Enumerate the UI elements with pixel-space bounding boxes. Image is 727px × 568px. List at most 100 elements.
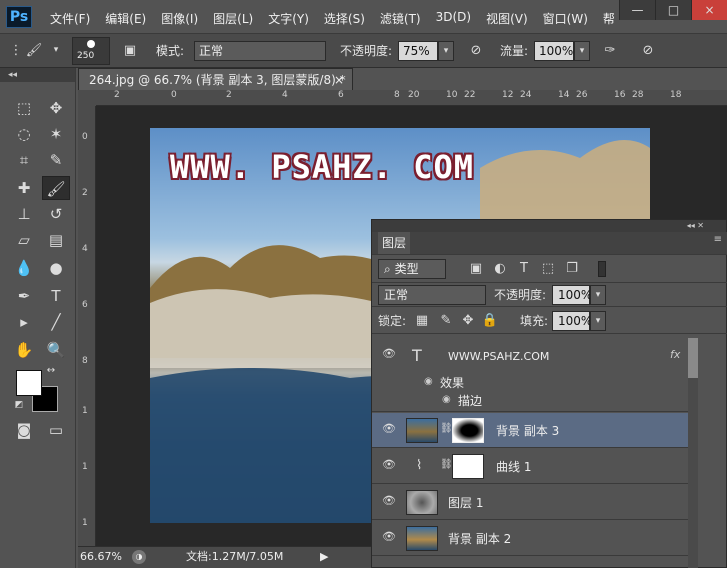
lock-image-icon[interactable]: ✎ (436, 311, 456, 331)
document-tab[interactable]: 264.jpg @ 66.7% (背景 副本 3, 图层蒙版/8) * × (78, 68, 353, 90)
filter-toggle[interactable] (598, 261, 606, 277)
menu-type[interactable]: 文字(Y) (268, 10, 309, 27)
layer-name[interactable]: 背景 副本 2 (448, 530, 511, 547)
layers-tab[interactable]: 图层 (378, 232, 411, 254)
layer-row-layer1[interactable]: 👁 图层 1 (372, 485, 698, 520)
status-info-icon[interactable]: ◑ (132, 550, 146, 564)
visibility-eye-icon[interactable]: 👁 (380, 458, 398, 474)
close-document-icon[interactable]: × (334, 69, 344, 91)
tool-preset-dropdown[interactable]: ▾ (48, 41, 64, 61)
menu-view[interactable]: 视图(V) (486, 10, 528, 27)
layer-name[interactable]: 曲线 1 (496, 458, 531, 475)
filter-pixel-icon[interactable]: ▣ (466, 259, 486, 279)
menu-select[interactable]: 选择(S) (324, 10, 365, 27)
healing-brush-tool-icon[interactable]: ✚ (10, 176, 38, 200)
brush-tool-active-icon[interactable]: 🖌 (42, 176, 70, 200)
pressure-size-icon[interactable]: ⊘ (638, 41, 658, 61)
toolbox-collapse-icon[interactable]: ◂◂ (0, 68, 75, 82)
flow-input[interactable]: 100% (534, 41, 574, 61)
zoom-level[interactable]: 66.67% (80, 547, 122, 567)
layer-mask-thumbnail[interactable] (452, 454, 484, 479)
clone-stamp-tool-icon[interactable]: ⊥ (10, 202, 38, 226)
filter-smart-object-icon[interactable]: ❐ (562, 259, 582, 279)
menu-edit[interactable]: 编辑(E) (105, 10, 146, 27)
layer-thumbnail[interactable] (406, 490, 438, 515)
close-button[interactable]: × (691, 0, 727, 20)
horizontal-ruler[interactable]: 2 0 2 4 6 8 10 12 14 16 18 20 22 24 26 2… (96, 90, 727, 106)
zoom-tool-icon[interactable]: 🔍 (42, 338, 70, 362)
layer-opacity-input[interactable]: 100% (552, 285, 592, 305)
eraser-tool-icon[interactable]: ▱ (10, 228, 38, 252)
link-chain-icon[interactable]: ⛓ (440, 459, 453, 470)
flow-dropdown[interactable]: ▾ (574, 41, 590, 61)
visibility-eye-icon[interactable]: 👁 (380, 422, 398, 438)
menu-help[interactable]: 帮 (603, 10, 615, 27)
layer-opacity-dropdown[interactable]: ▾ (590, 285, 606, 305)
minimize-button[interactable]: — (619, 0, 655, 20)
layer-row-text[interactable]: 👁 T WWW.PSAHZ.COM fx ◉ 效果 ◉ 描边 (372, 338, 698, 412)
quick-mask-icon[interactable]: ◙ (10, 418, 38, 442)
ruler-corner[interactable] (78, 90, 96, 106)
mode-select[interactable]: 正常 (194, 41, 326, 61)
filter-type-icon[interactable]: T (514, 259, 534, 279)
marquee-tool-icon[interactable]: ⬚ (10, 96, 38, 120)
opacity-input[interactable]: 75% (398, 41, 438, 61)
airbrush-icon[interactable]: ✑ (600, 41, 620, 61)
stroke-eye-icon[interactable]: ◉ (442, 394, 451, 405)
brush-panel-icon[interactable]: ▣ (120, 41, 140, 61)
visibility-eye-icon[interactable]: 👁 (380, 530, 398, 546)
fill-input[interactable]: 100% (552, 311, 592, 331)
dodge-tool-icon[interactable]: ● (42, 256, 70, 280)
link-chain-icon[interactable]: ⛓ (440, 423, 453, 434)
layer-mask-thumbnail[interactable] (452, 418, 484, 443)
fill-dropdown[interactable]: ▾ (590, 311, 606, 331)
layer-row-selected[interactable]: 👁 ⛓ 背景 副本 3 (372, 413, 698, 448)
layer-filter-select[interactable]: ⌕ 类型 (378, 259, 446, 279)
menu-3d[interactable]: 3D(D) (436, 10, 471, 27)
pen-tool-icon[interactable]: ✒ (10, 284, 38, 308)
layer-name[interactable]: 背景 副本 3 (496, 422, 559, 439)
layer-effects-fx-icon[interactable]: fx (670, 348, 680, 361)
layer-thumbnail[interactable] (406, 526, 438, 551)
history-brush-tool-icon[interactable]: ↺ (42, 202, 70, 226)
pressure-opacity-icon[interactable]: ⊘ (466, 41, 486, 61)
status-menu-arrow-icon[interactable]: ▶ (320, 547, 328, 567)
panel-menu-icon[interactable]: ≡ (714, 234, 722, 245)
path-selection-tool-icon[interactable]: ▸ (10, 310, 38, 334)
panel-collapse-icon[interactable]: ◂◂ ✕ (372, 220, 726, 232)
brush-tool-icon[interactable]: 🖌 (24, 41, 44, 61)
crop-tool-icon[interactable]: ⌗ (10, 148, 38, 172)
layer-row-curves[interactable]: 👁 ⌇ ⛓ 曲线 1 (372, 449, 698, 484)
filter-adjustment-icon[interactable]: ◐ (490, 259, 510, 279)
brush-size-picker[interactable]: 250 (72, 37, 110, 65)
foreground-color-swatch[interactable] (16, 370, 42, 396)
visibility-eye-icon[interactable]: 👁 (380, 347, 398, 363)
layer-thumbnail[interactable] (406, 418, 438, 443)
lock-position-icon[interactable]: ✥ (458, 311, 478, 331)
move-tool-icon[interactable]: ✥ (42, 96, 70, 120)
menu-filter[interactable]: 滤镜(T) (380, 10, 421, 27)
type-tool-icon[interactable]: T (42, 284, 70, 308)
menu-file[interactable]: 文件(F) (50, 10, 90, 27)
line-tool-icon[interactable]: ╱ (42, 310, 70, 334)
default-colors-icon[interactable]: ◩ (12, 398, 26, 412)
menu-window[interactable]: 窗口(W) (543, 10, 588, 27)
opacity-dropdown[interactable]: ▾ (438, 41, 454, 61)
layer-row-background-copy-2[interactable]: 👁 背景 副本 2 (372, 521, 698, 556)
lock-transparent-icon[interactable]: ▦ (412, 311, 432, 331)
maximize-button[interactable]: □ (655, 0, 691, 20)
layer-name[interactable]: 图层 1 (448, 494, 483, 511)
hand-tool-icon[interactable]: ✋ (10, 338, 38, 362)
visibility-eye-icon[interactable]: 👁 (380, 494, 398, 510)
gradient-tool-icon[interactable]: ▤ (42, 228, 70, 252)
eyedropper-tool-icon[interactable]: ✎ (42, 148, 70, 172)
lasso-tool-icon[interactable]: ◌ (10, 122, 38, 146)
menu-image[interactable]: 图像(I) (161, 10, 198, 27)
filter-shape-icon[interactable]: ⬚ (538, 259, 558, 279)
magic-wand-tool-icon[interactable]: ✶ (42, 122, 70, 146)
vertical-ruler[interactable]: 0 2 4 6 8 1 1 1 (78, 106, 96, 546)
effects-eye-icon[interactable]: ◉ (424, 376, 433, 387)
menu-layer[interactable]: 图层(L) (213, 10, 253, 27)
blend-mode-select[interactable]: 正常 (378, 285, 486, 305)
lock-all-icon[interactable]: 🔒 (480, 311, 500, 331)
